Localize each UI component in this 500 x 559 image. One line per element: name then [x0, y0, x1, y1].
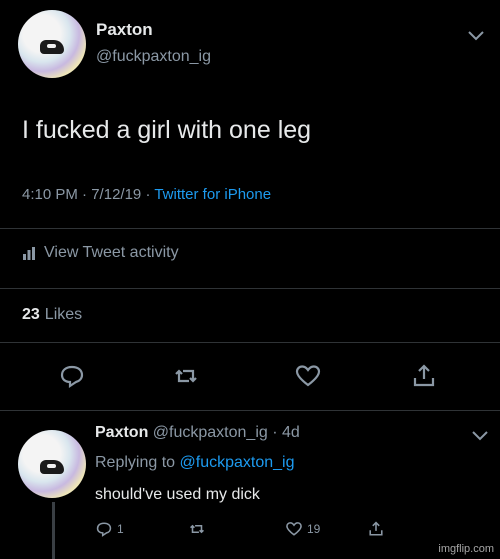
reply-icon	[96, 522, 112, 537]
reply-share-action[interactable]	[367, 520, 385, 538]
tweet-date[interactable]: 7/12/19	[91, 186, 141, 203]
reply-like-action[interactable]: 19	[285, 520, 320, 538]
reply-retweet-action[interactable]	[187, 520, 207, 538]
tweet-actions	[0, 362, 500, 394]
main-tweet: Paxton @fuckpaxton_ig I fucked a girl wi…	[0, 0, 500, 410]
chart-icon	[23, 247, 35, 260]
reply-author-name[interactable]: Paxton	[95, 424, 148, 441]
reply-count: 1	[117, 522, 124, 536]
chevron-down-icon[interactable]	[466, 28, 486, 44]
reply-icon[interactable]	[58, 362, 86, 390]
retweet-icon[interactable]	[172, 362, 200, 390]
replying-to: Replying to @fuckpaxton_ig	[95, 454, 294, 472]
tweet-meta: 4:10 PM · 7/12/19 · Twitter for iPhone	[22, 186, 272, 203]
replying-label: Replying to	[95, 454, 176, 471]
share-icon[interactable]	[410, 362, 438, 390]
view-activity-link[interactable]: View Tweet activity	[22, 244, 179, 262]
share-icon	[369, 521, 383, 536]
divider	[0, 228, 500, 229]
reply-header: Paxton @fuckpaxton_ig · 4d	[95, 424, 300, 441]
replying-to-handle[interactable]: @fuckpaxton_ig	[180, 454, 295, 471]
author-handle[interactable]: @fuckpaxton_ig	[96, 48, 211, 66]
reply-tweet[interactable]: Paxton @fuckpaxton_ig · 4d Replying to @…	[0, 410, 500, 559]
retweet-icon	[190, 524, 204, 534]
thread-line	[52, 502, 55, 559]
tweet-time[interactable]: 4:10 PM	[22, 186, 78, 203]
chevron-down-icon[interactable]	[470, 428, 490, 444]
divider	[0, 342, 500, 343]
likes-count: 23	[22, 306, 40, 323]
divider	[0, 288, 500, 289]
watermark: imgflip.com	[438, 543, 494, 555]
reply-age[interactable]: 4d	[282, 424, 300, 441]
tweet-source[interactable]: Twitter for iPhone	[154, 186, 271, 203]
heart-icon[interactable]	[294, 362, 322, 390]
view-activity-label: View Tweet activity	[44, 244, 179, 261]
reply-actions: 1 19	[95, 520, 495, 550]
reply-avatar[interactable]	[18, 430, 86, 498]
reply-text: should've used my dick	[95, 486, 260, 503]
reply-author-handle[interactable]: @fuckpaxton_ig	[153, 424, 268, 441]
likes-label: Likes	[44, 306, 83, 323]
author-name[interactable]: Paxton	[96, 20, 153, 40]
reply-reply-action[interactable]: 1	[95, 520, 124, 538]
avatar[interactable]	[18, 10, 86, 78]
tweet-text: I fucked a girl with one leg	[22, 116, 312, 144]
likes-stat[interactable]: 23 Likes	[22, 306, 82, 324]
like-count: 19	[307, 522, 321, 536]
heart-icon	[286, 522, 302, 536]
